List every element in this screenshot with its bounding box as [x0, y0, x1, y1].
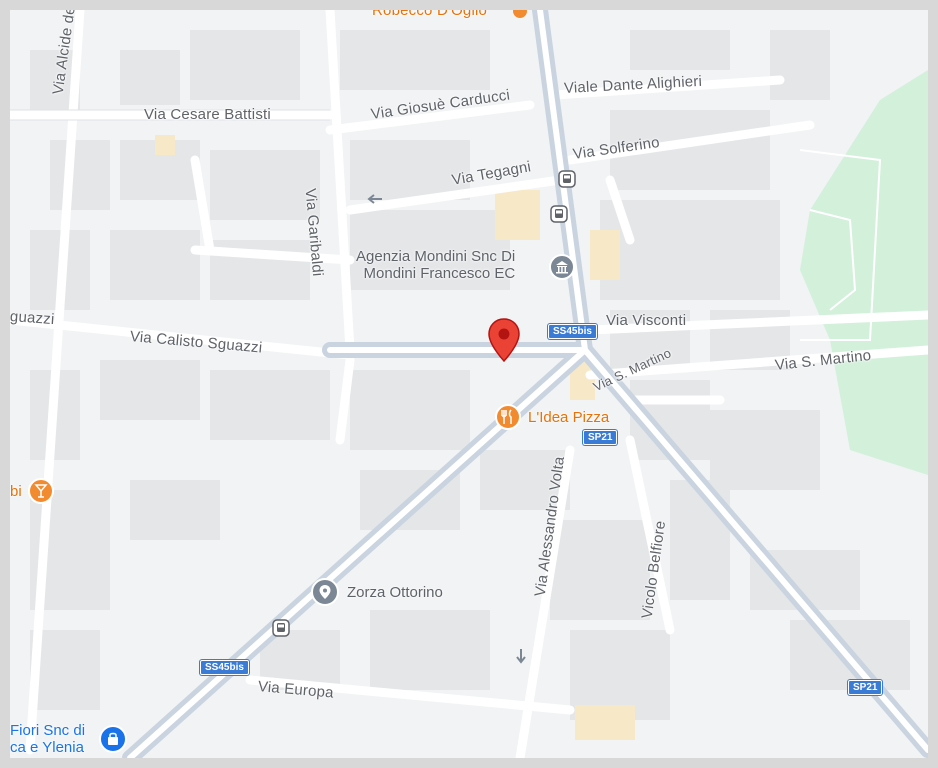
bank-icon[interactable] [549, 254, 575, 280]
route-shield-ss45bis: SS45bis [200, 660, 249, 675]
street-label-sguazzi-fragment: guazzi [10, 308, 56, 329]
shopping-bag-icon[interactable] [99, 725, 127, 753]
poi-bar-fragment[interactable]: bi [10, 483, 22, 500]
poi-agenzia-mondini[interactable]: Agenzia Mondini Snc Di Mondini Francesco… [356, 248, 515, 282]
bus-stop-icon[interactable] [272, 619, 290, 637]
route-shield-ss45bis: SS45bis [548, 324, 597, 339]
one-way-arrow-icon [516, 649, 526, 664]
bus-stop-icon[interactable] [558, 170, 576, 188]
street-label-robecco: Robecco D'Oglio [372, 10, 488, 19]
map-frame: Robecco D'Oglio Viale Dante Alighieri Vi… [0, 0, 938, 768]
poi-lidea-pizza[interactable]: L'Idea Pizza [528, 409, 609, 426]
route-shield-sp21: SP21 [583, 430, 618, 445]
restaurant-icon [513, 10, 527, 18]
poi-fiori-snc[interactable]: Fiori Snc di ca e Ylenia [10, 722, 85, 756]
poi-name-line-2: ca e Ylenia [10, 739, 84, 756]
poi-name-line-1: Fiori Snc di [10, 722, 86, 739]
poi-name-line-2: Mondini Francesco EC [363, 265, 516, 282]
street-label-visconti: Via Visconti [606, 312, 687, 329]
one-way-arrow-icon [367, 194, 382, 204]
bus-stop-icon[interactable] [550, 205, 568, 223]
place-icon[interactable] [311, 578, 339, 606]
street-label-cesare-battisti: Via Cesare Battisti [144, 106, 271, 123]
bar-icon[interactable] [28, 478, 54, 504]
poi-name-line-1: Agenzia Mondini Snc Di [356, 248, 516, 265]
location-pin-icon[interactable] [486, 317, 522, 365]
route-shield-sp21: SP21 [848, 680, 883, 695]
poi-zorza-ottorino[interactable]: Zorza Ottorino [347, 584, 443, 601]
map-canvas[interactable]: Robecco D'Oglio Viale Dante Alighieri Vi… [10, 10, 928, 758]
restaurant-icon[interactable] [495, 404, 521, 430]
